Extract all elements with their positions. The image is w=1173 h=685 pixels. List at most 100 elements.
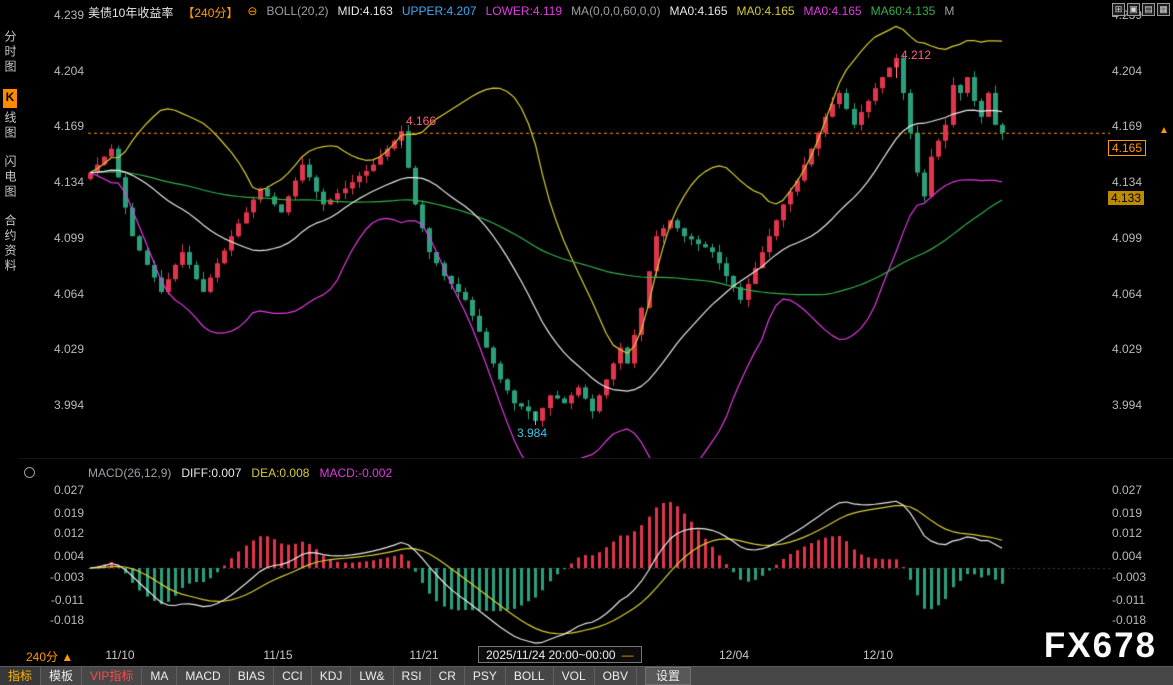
macd-axis-label: 0.012 <box>38 526 84 540</box>
tab-obv[interactable]: OBV <box>595 667 637 685</box>
sidebar-item-label: 闪电图 <box>3 155 17 200</box>
annotation-low: 3.984 <box>517 426 547 440</box>
annotation-low-pointer <box>535 412 536 425</box>
timeframe-tag[interactable]: 240分 ▲ <box>26 648 73 665</box>
price-axis-label: 4.064 <box>38 287 84 301</box>
ma-price-badge: 4.133 <box>1108 191 1144 205</box>
tab-ma[interactable]: MA <box>142 667 177 685</box>
macd-axis-label: -0.018 <box>38 613 84 627</box>
tile-windows-icon[interactable]: ⊞ <box>1112 3 1125 16</box>
sidebar-item-time-chart[interactable]: 分时图 <box>2 30 19 75</box>
price-axis-label: 3.994 <box>38 398 84 412</box>
sidebar-item-kline-chart[interactable]: K 线图 <box>2 89 19 141</box>
macd-value: MACD:-0.002 <box>319 466 392 480</box>
price-axis-label: 4.169 <box>38 119 84 133</box>
annotation-local-high-pointer <box>401 132 402 145</box>
sidebar-item-label: 合约资料 <box>3 214 17 274</box>
legend-trailing-text: M <box>944 4 954 21</box>
macd-dea-value: DEA:0.008 <box>251 466 309 480</box>
ma60-value: MA60:4.135 <box>871 4 936 21</box>
ma0-value-yellow: MA0:4.165 <box>737 4 795 21</box>
annotation-peak-pointer <box>896 62 897 78</box>
boll-params-label: BOLL(20,2) <box>266 4 328 21</box>
tab-vip-indicators[interactable]: VIP指标 <box>82 667 142 685</box>
sidebar-item-contract-info[interactable]: 合约资料 <box>2 214 19 274</box>
period-label: 【240分】 <box>182 4 238 21</box>
x-axis-date-label: 11/10 <box>105 648 134 662</box>
macd-axis-label: -0.003 <box>1112 570 1158 584</box>
price-axis-label: 4.134 <box>1112 175 1158 189</box>
k-line-badge: K <box>3 89 17 108</box>
chart-type-sidebar: 分时图 K 线图 闪电图 合约资料 <box>1 30 18 288</box>
macd-legend: MACD(26,12,9) DIFF:0.007 DEA:0.008 MACD:… <box>88 466 392 480</box>
macd-axis-label: 0.004 <box>1112 549 1158 563</box>
chart-application: 美债10年收益率 【240分】 ⊖ BOLL(20,2) MID:4.163 U… <box>0 0 1173 685</box>
price-axis-label: 4.099 <box>38 231 84 245</box>
split-horizontal-icon[interactable]: ▤ <box>1142 3 1155 16</box>
price-axis-label: 4.169 <box>1112 119 1158 133</box>
tab-macd[interactable]: MACD <box>177 667 229 685</box>
price-axis-label: 4.239 <box>38 8 84 22</box>
tab-vol[interactable]: VOL <box>554 667 595 685</box>
tab-settings[interactable]: 设置 <box>645 667 691 685</box>
macd-axis-label: -0.011 <box>38 593 84 607</box>
x-axis-date-label: 12/10 <box>863 648 893 662</box>
window-controls: ⊞ ▣ ▤ ▦ <box>1112 3 1170 16</box>
price-axis-label: 4.029 <box>1112 342 1158 356</box>
fx678-watermark: FX678 <box>1044 626 1157 666</box>
timeframe-label: 240分 <box>26 650 58 664</box>
price-axis-label: 4.134 <box>38 175 84 189</box>
ma-params-label: MA(0,0,0,60,0,0) <box>571 4 660 21</box>
sidebar-item-flash-chart[interactable]: 闪电图 <box>2 155 19 200</box>
panel-divider <box>18 458 1173 459</box>
boll-upper-value: UPPER:4.207 <box>402 4 477 21</box>
price-axis-label: 4.204 <box>38 64 84 78</box>
macd-axis-label: -0.018 <box>1112 613 1158 627</box>
tab-cci[interactable]: CCI <box>274 667 312 685</box>
x-axis-date-label: 12/04 <box>719 648 749 662</box>
macd-axis-label: -0.003 <box>38 570 84 584</box>
price-axis-label: 4.099 <box>1112 231 1158 245</box>
macd-axis-label: -0.011 <box>1112 593 1158 607</box>
tab-template[interactable]: 模板 <box>41 667 82 685</box>
tab-cr[interactable]: CR <box>431 667 465 685</box>
macd-axis-label: 0.027 <box>1112 483 1158 497</box>
collapse-panel-icon[interactable]: ⊖ <box>247 4 257 21</box>
chart-header-legend: 美债10年收益率 【240分】 ⊖ BOLL(20,2) MID:4.163 U… <box>88 4 954 21</box>
ma0-value-white: MA0:4.165 <box>669 4 727 21</box>
grid-layout-icon[interactable]: ▦ <box>1157 3 1170 16</box>
current-price-badge: 4.165 <box>1108 140 1146 156</box>
annotation-peak-high: 4.212 <box>901 48 931 62</box>
annotation-local-high: 4.166 <box>406 114 436 128</box>
crosshair-date-text: 2025/11/24 20:00~00:00 <box>486 648 616 662</box>
boll-mid-value: MID:4.163 <box>338 4 393 21</box>
single-window-icon[interactable]: ▣ <box>1127 3 1140 16</box>
macd-axis-label: 0.019 <box>38 506 84 520</box>
macd-axis-label: 0.019 <box>1112 506 1158 520</box>
price-axis-label: 4.064 <box>1112 287 1158 301</box>
tab-psy[interactable]: PSY <box>465 667 506 685</box>
candlestick-chart-canvas[interactable] <box>0 0 1173 660</box>
crosshair-date-box: 2025/11/24 20:00~00:00 — <box>478 646 642 663</box>
boll-lower-value: LOWER:4.119 <box>486 4 562 21</box>
crosshair-date-dash: — <box>622 648 634 662</box>
x-axis-date-label: 11/15 <box>263 648 292 662</box>
macd-params-label: MACD(26,12,9) <box>88 466 171 480</box>
tab-rsi[interactable]: RSI <box>394 667 431 685</box>
sidebar-item-label: 分时图 <box>3 30 17 75</box>
sidebar-item-label: 线图 <box>3 111 17 141</box>
price-axis-label: 3.994 <box>1112 398 1158 412</box>
price-axis-label: 4.029 <box>38 342 84 356</box>
macd-axis-label: 0.004 <box>38 549 84 563</box>
tab-lw[interactable]: LW& <box>351 667 393 685</box>
tab-kdj[interactable]: KDJ <box>312 667 352 685</box>
macd-diff-value: DIFF:0.007 <box>181 466 241 480</box>
tab-boll[interactable]: BOLL <box>506 667 554 685</box>
tab-indicators[interactable]: 指标 <box>0 667 41 685</box>
instrument-title: 美债10年收益率 <box>88 4 173 21</box>
price-axis-label: 4.204 <box>1112 64 1158 78</box>
tab-bias[interactable]: BIAS <box>230 667 274 685</box>
macd-axis-label: 0.012 <box>1112 526 1158 540</box>
panel-toggle-icon[interactable] <box>24 467 35 478</box>
macd-axis-label: 0.027 <box>38 483 84 497</box>
